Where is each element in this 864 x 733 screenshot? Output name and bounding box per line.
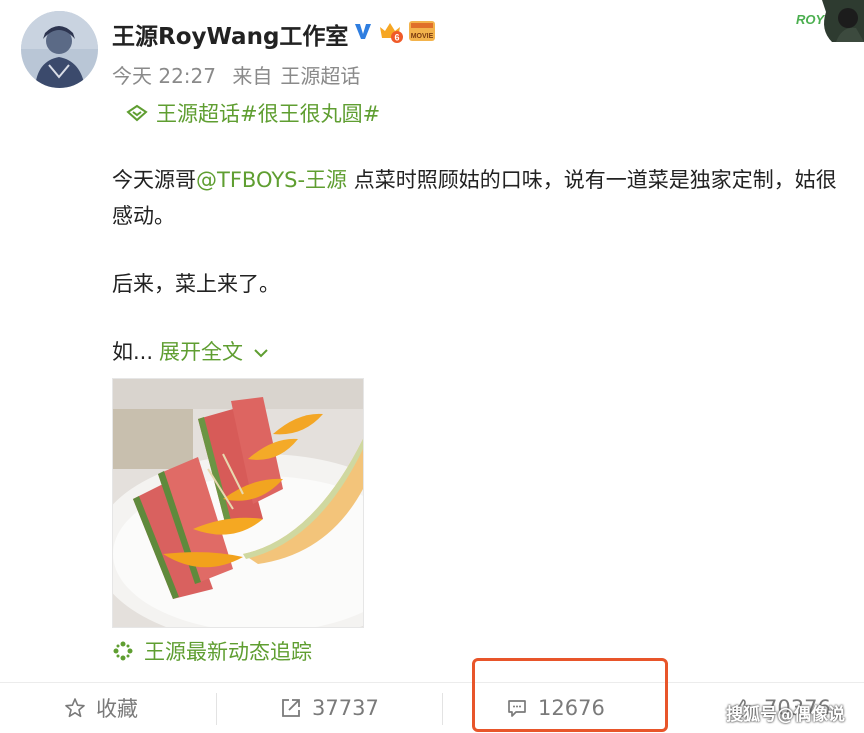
avatar-image [21,11,98,88]
divider [442,693,443,725]
user-badges: 6 MOVIE [352,18,436,44]
share-icon [282,699,300,717]
fruit-platter-image [113,379,363,627]
svg-text:6: 6 [394,33,399,43]
post-body: 今天源哥@TFBOYS-王源 点菜时照顾姑的口味，说有一道菜是独家定制，姑很感动… [112,162,852,302]
post-image[interactable] [112,378,364,628]
tracker-label[interactable]: 王源最新动态追踪 [144,636,312,666]
post-source[interactable]: 王源超话 [280,64,360,88]
topic-link[interactable]: 王源超话#很王很丸圆# [126,98,380,128]
tracker-link[interactable]: 王源最新动态追踪 [112,636,312,666]
corner-user-avatar[interactable]: ROY [792,0,864,42]
divider [216,693,217,725]
verified-icon [355,24,371,39]
repost-button[interactable]: 37737 [280,683,379,733]
svg-text:ROY: ROY [796,12,826,27]
favorite-label: 收藏 [96,697,138,721]
post-meta: 今天 22:27 来自 王源超话 [112,60,360,89]
star-icon [65,698,85,718]
sparkle-icon [113,641,133,661]
expand-label[interactable]: 展开全文 [159,340,243,364]
post-paragraph-1: 今天源哥@TFBOYS-王源 点菜时照顾姑的口味，说有一道菜是独家定制，姑很感动… [112,162,852,234]
supertopic-icon [126,104,148,122]
comment-icon [508,700,526,717]
body-text: 今天源哥 [112,168,196,192]
topic-text[interactable]: 王源超话#很王很丸圆# [156,98,380,128]
vip-crown-icon: 6 [380,23,403,43]
post-paragraph-2: 后来，菜上来了。 [112,272,280,296]
chevron-down-icon [254,349,268,358]
truncated-text: 如... [112,340,154,364]
repost-count: 37737 [312,696,379,720]
expand-full-text-link[interactable]: 展开全文 [159,340,269,364]
corner-avatar-image: ROY [792,0,864,42]
movie-badge-icon: MOVIE [409,21,435,41]
username[interactable]: 王源RoyWang工作室 [112,17,348,51]
comment-count: 12676 [538,696,605,720]
mention-link[interactable]: @TFBOYS-王源 [196,168,347,192]
comment-button[interactable]: 12676 [506,683,605,733]
expand-row: 如... 展开全文 [112,336,269,368]
post-timestamp[interactable]: 今天 22:27 [112,64,216,88]
watermark: 搜狐号@偶像说 [726,705,845,725]
avatar[interactable] [21,11,98,88]
svg-text:MOVIE: MOVIE [411,33,434,40]
favorite-button[interactable]: 收藏 [64,683,138,733]
source-prefix: 来自 [232,64,273,88]
